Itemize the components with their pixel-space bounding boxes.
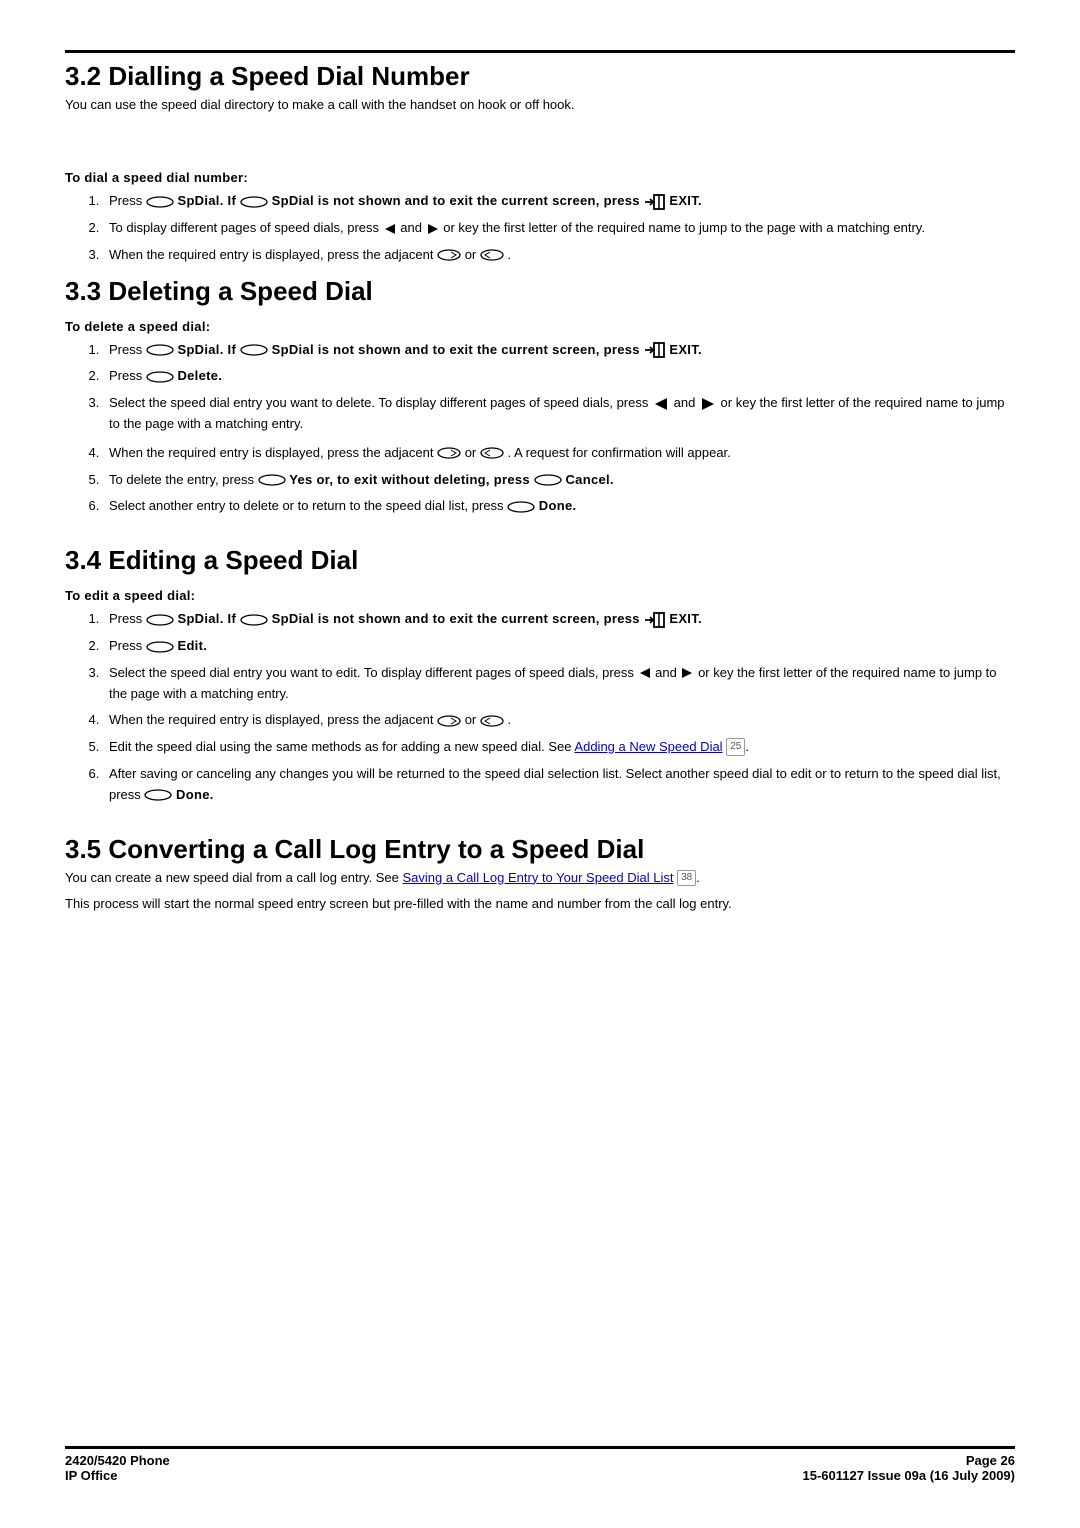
- softkey-icon: [507, 498, 535, 513]
- list-item: To display different pages of speed dial…: [103, 218, 1015, 239]
- softkey-icon: [146, 638, 174, 653]
- list-item: When the required entry is displayed, pr…: [103, 710, 1015, 731]
- list-item: After saving or canceling any changes yo…: [103, 764, 1015, 806]
- heading-34: 3.4 Editing a Speed Dial: [65, 545, 1015, 576]
- softkey-left-icon: [480, 712, 504, 727]
- heading-33: 3.3 Deleting a Speed Dial: [65, 276, 1015, 307]
- list-item: When the required entry is displayed, pr…: [103, 443, 1015, 464]
- lead-32: To dial a speed dial number:: [65, 170, 1015, 185]
- footer-right-2: 15-601127 Issue 09a (16 July 2009): [803, 1468, 1016, 1483]
- page-ref-badge: 38: [677, 870, 696, 886]
- para-35-2: This process will start the normal speed…: [65, 895, 1015, 913]
- list-33: Press SpDial. If SpDial is not shown and…: [65, 340, 1015, 518]
- lead-33: To delete a speed dial:: [65, 319, 1015, 334]
- list-item: When the required entry is displayed, pr…: [103, 245, 1015, 266]
- list-item: Select another entry to delete or to ret…: [103, 496, 1015, 517]
- softkey-left-icon: [480, 445, 504, 460]
- footer-left-2: IP Office: [65, 1468, 118, 1483]
- softkey-right-icon: [437, 712, 461, 727]
- lead-34: To edit a speed dial:: [65, 588, 1015, 603]
- softkey-icon: [258, 472, 286, 487]
- heading-32: 3.2 Dialling a Speed Dial Number: [65, 61, 1015, 92]
- softkey-icon: [146, 611, 174, 626]
- softkey-right-icon: [437, 247, 461, 262]
- list-item: Select the speed dial entry you want to …: [103, 663, 1015, 705]
- left-arrow-icon: [383, 220, 397, 235]
- list-item: Press SpDial. If SpDial is not shown and…: [103, 609, 1015, 630]
- list-34: Press SpDial. If SpDial is not shown and…: [65, 609, 1015, 805]
- softkey-icon: [146, 193, 174, 208]
- softkey-icon: [534, 472, 562, 487]
- softkey-icon: [146, 342, 174, 357]
- link-adding-new-speed-dial[interactable]: Adding a New Speed Dial: [574, 739, 722, 754]
- heading-35: 3.5 Converting a Call Log Entry to a Spe…: [65, 834, 1015, 865]
- para-35-1: You can create a new speed dial from a c…: [65, 869, 1015, 887]
- exit-icon: [644, 342, 666, 357]
- top-rule: [65, 50, 1015, 53]
- intro-32: You can use the speed dial directory to …: [65, 96, 1015, 114]
- footer-left-1: 2420/5420 Phone: [65, 1453, 170, 1468]
- list-item: Select the speed dial entry you want to …: [103, 393, 1015, 437]
- exit-icon: [644, 193, 666, 208]
- softkey-icon: [240, 193, 268, 208]
- footer-rule: [65, 1446, 1015, 1449]
- softkey-icon: [240, 611, 268, 626]
- softkey-right-icon: [437, 445, 461, 460]
- footer-right-1: Page 26: [966, 1453, 1015, 1468]
- list-item: Press SpDial. If SpDial is not shown and…: [103, 340, 1015, 361]
- right-arrow-icon: [680, 665, 694, 680]
- softkey-icon: [146, 368, 174, 383]
- exit-icon: [644, 611, 666, 626]
- list-item: Press Delete.: [103, 366, 1015, 387]
- left-arrow-icon: [638, 665, 652, 680]
- right-arrow-icon: [426, 220, 440, 235]
- list-32: Press SpDial. If SpDial is not shown and…: [65, 191, 1015, 265]
- softkey-icon: [144, 787, 172, 802]
- softkey-icon: [240, 342, 268, 357]
- document-page: 3.2 Dialling a Speed Dial Number You can…: [0, 0, 1080, 913]
- list-item: Press Edit.: [103, 636, 1015, 657]
- right-arrow-icon: [699, 395, 717, 410]
- softkey-left-icon: [480, 247, 504, 262]
- page-footer: 2420/5420 Phone Page 26 IP Office 15-601…: [65, 1446, 1015, 1483]
- page-ref-badge: 25: [726, 738, 745, 756]
- list-item: To delete the entry, press Yes or, to ex…: [103, 470, 1015, 491]
- left-arrow-icon: [652, 395, 670, 410]
- link-saving-call-log[interactable]: Saving a Call Log Entry to Your Speed Di…: [402, 870, 673, 885]
- list-item: Press SpDial. If SpDial is not shown and…: [103, 191, 1015, 212]
- list-item: Edit the speed dial using the same metho…: [103, 737, 1015, 758]
